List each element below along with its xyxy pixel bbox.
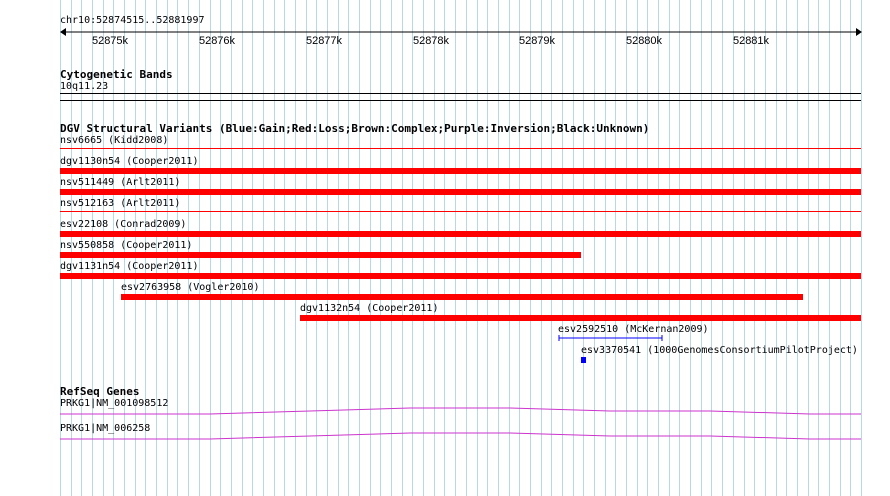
dgv-track-title: DGV Structural Variants (Blue:Gain;Red:L… — [60, 122, 650, 135]
variant-label: dgv1130n54 (Cooper2011) — [60, 156, 199, 167]
cytogenetic-band-label: 10q11.23 — [60, 81, 109, 92]
variant-label: esv2763958 (Vogler2010) — [121, 282, 260, 293]
ruler-tick-label: 52881k — [732, 35, 770, 47]
refseq-track-title: RefSeq Genes — [60, 385, 140, 398]
variant-label: dgv1131n54 (Cooper2011) — [60, 261, 199, 272]
variant-bar[interactable] — [581, 357, 586, 363]
variant-bar[interactable] — [60, 273, 861, 279]
variant-label: esv3370541 (1000GenomesConsortiumPilotPr… — [581, 345, 858, 356]
gene-model[interactable] — [60, 432, 862, 442]
cytogenetic-track-title: Cytogenetic Bands — [60, 68, 173, 81]
variant-bar[interactable] — [60, 252, 581, 258]
variant-bar[interactable] — [60, 211, 861, 212]
ruler-tick-label: 52875k — [91, 35, 129, 47]
variant-label: nsv6665 (Kidd2008) — [60, 135, 169, 146]
variant-bar[interactable] — [60, 231, 861, 237]
ruler-tick-label: 52879k — [518, 35, 556, 47]
cytogenetic-band-line[interactable] — [60, 93, 861, 94]
variant-bar[interactable] — [121, 294, 803, 300]
ruler-tick-label: 52878k — [412, 35, 450, 47]
variant-label: esv22108 (Conrad2009) — [60, 219, 187, 230]
variant-bar[interactable] — [60, 189, 861, 195]
variant-bar[interactable] — [60, 168, 861, 174]
gene-model[interactable] — [60, 407, 862, 417]
ruler-tick-label: 52877k — [305, 35, 343, 47]
ruler-tick-label: 52880k — [625, 35, 663, 47]
variant-bar[interactable] — [60, 148, 861, 149]
ruler-tick-label: 52876k — [198, 35, 236, 47]
variant-label: dgv1132n54 (Cooper2011) — [300, 303, 439, 314]
variant-label: nsv550858 (Cooper2011) — [60, 240, 193, 251]
variant-label: nsv511449 (Arlt2011) — [60, 177, 181, 188]
variant-bar[interactable] — [300, 315, 861, 321]
variant-bar[interactable] — [558, 334, 664, 342]
cytogenetic-band-line[interactable] — [60, 100, 861, 101]
variant-label: nsv512163 (Arlt2011) — [60, 198, 181, 209]
